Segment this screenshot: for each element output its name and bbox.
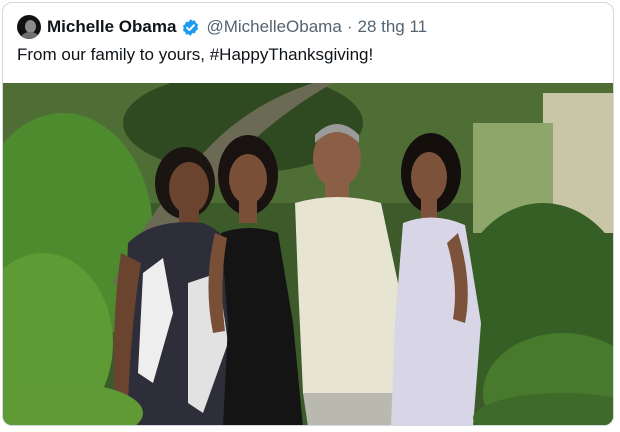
tweet-text-prefix: From our family to yours,: [17, 45, 210, 64]
handle[interactable]: @MichelleObama: [206, 17, 341, 37]
hashtag-link[interactable]: #HappyThanksgiving: [210, 45, 369, 64]
display-name[interactable]: Michelle Obama: [47, 17, 176, 37]
tweet-date[interactable]: 28 thg 11: [357, 17, 427, 37]
tweet-photo[interactable]: [3, 83, 613, 425]
avatar[interactable]: [17, 15, 41, 39]
tweet-header: Michelle Obama @MichelleObama · 28 thg 1…: [17, 14, 427, 40]
verified-badge-icon: [181, 18, 200, 37]
tweet-text: From our family to yours, #HappyThanksgi…: [17, 45, 373, 65]
tweet-text-suffix: !: [368, 45, 374, 64]
separator: ·: [346, 17, 353, 36]
tweet-card[interactable]: Michelle Obama @MichelleObama · 28 thg 1…: [2, 2, 614, 426]
